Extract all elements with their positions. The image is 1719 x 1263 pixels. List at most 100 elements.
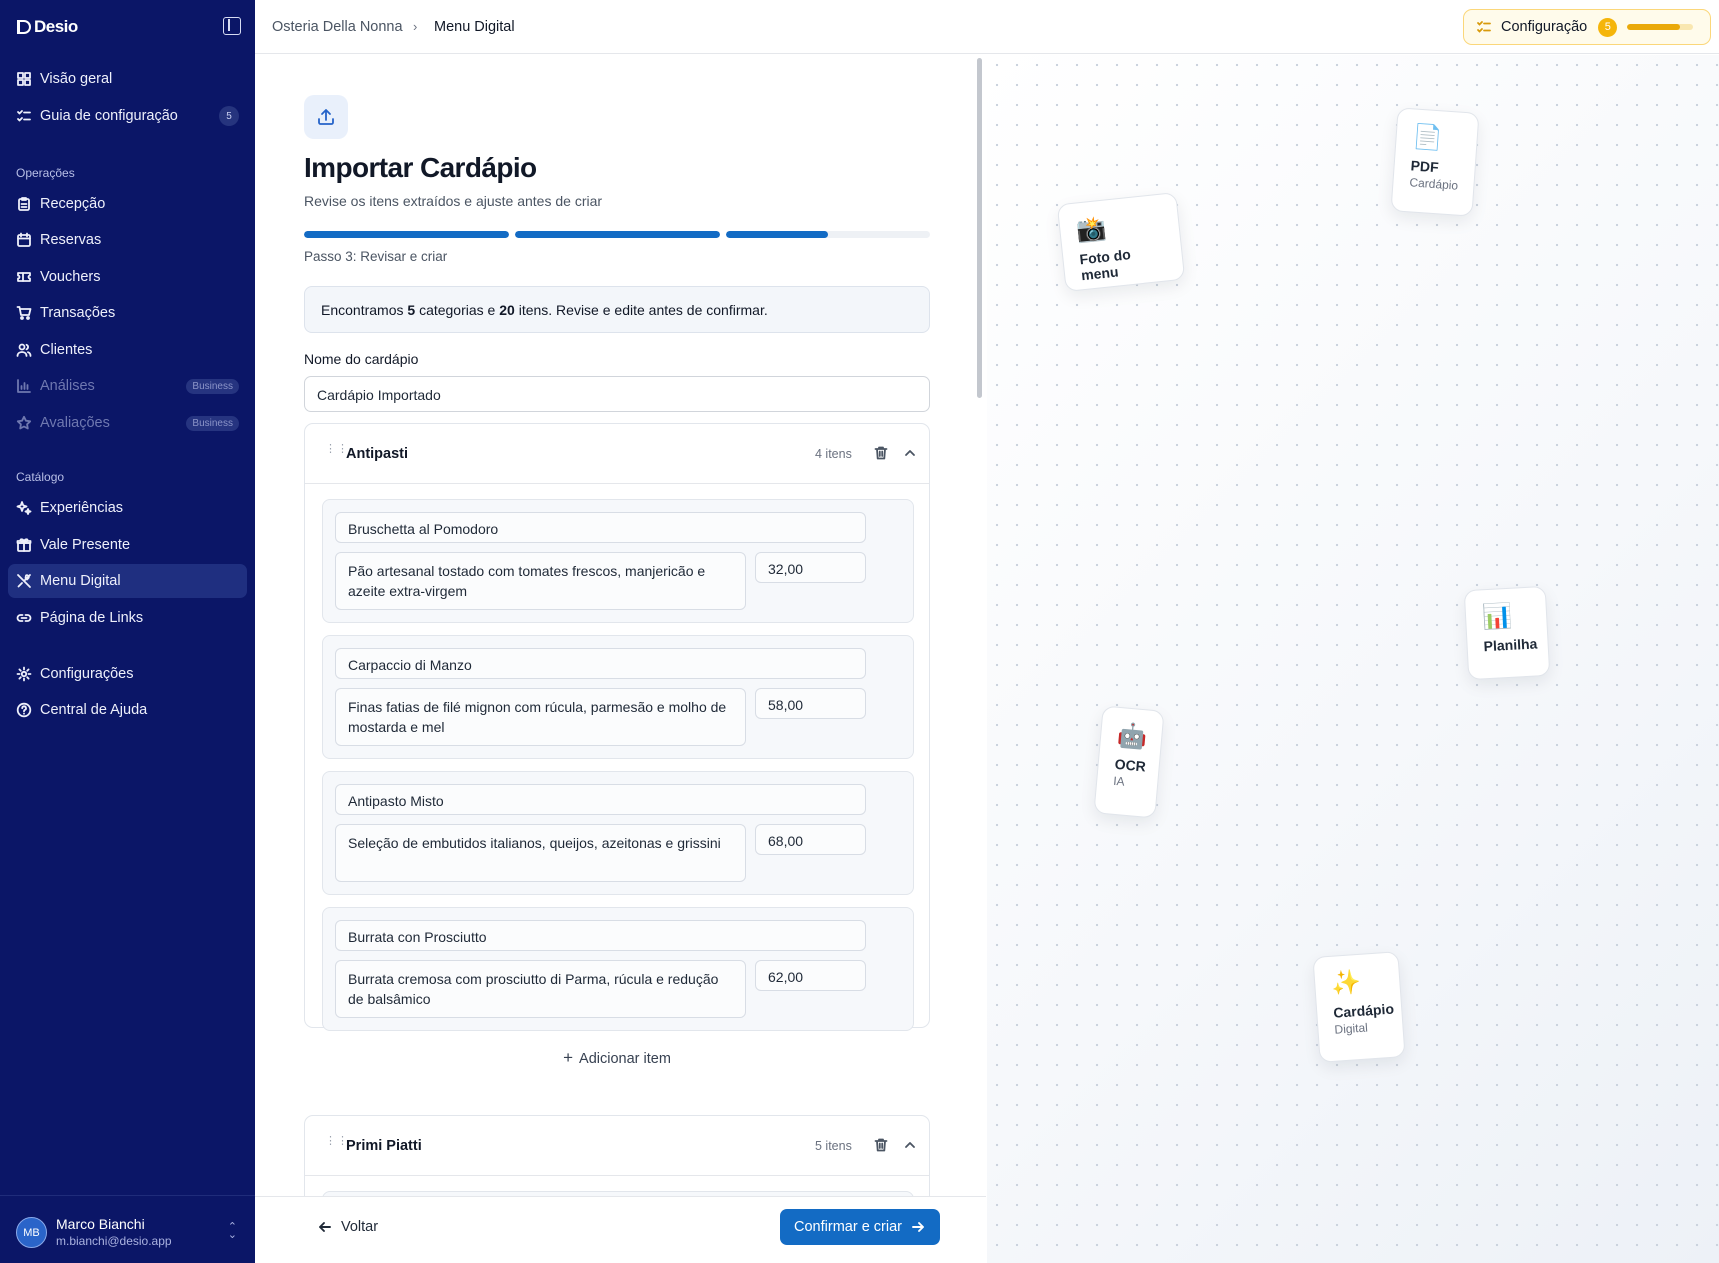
sidebar-item-experiencias[interactable]: Experiências bbox=[8, 491, 247, 525]
step-2-fill bbox=[515, 231, 720, 238]
step-3-bar bbox=[726, 231, 930, 238]
top-bar: Osteria Della Nonna › Menu Digital Confi… bbox=[255, 0, 1719, 54]
business-badge: Business bbox=[186, 378, 239, 394]
card-title: Planilha bbox=[1483, 635, 1538, 655]
sparkles-icon bbox=[16, 500, 32, 516]
item-description-input[interactable]: Finas fatias de filé mignon com rúcula, … bbox=[335, 688, 746, 746]
sidebar-item-label: Experiências bbox=[40, 500, 124, 516]
section-catalogo: Catálogo bbox=[16, 470, 65, 484]
item-name-input[interactable]: Antipasto Misto bbox=[335, 784, 866, 815]
summary-mid: categorias e bbox=[419, 302, 496, 318]
section-operacoes: Operações bbox=[16, 166, 75, 180]
category-name: Antipasti bbox=[346, 446, 409, 462]
item-name-input[interactable]: Carpaccio di Manzo bbox=[335, 648, 866, 679]
link-icon bbox=[16, 610, 32, 626]
category-header[interactable]: ⋮⋮ Primi Piatti 5 itens bbox=[305, 1116, 929, 1176]
chevron-up-down-icon[interactable]: ⌃ ⌄ bbox=[228, 1222, 237, 1241]
item-price-input[interactable]: 58,00 bbox=[755, 688, 866, 719]
item-price-input[interactable]: 32,00 bbox=[755, 552, 866, 583]
card-subtitle: Digital bbox=[1334, 1020, 1369, 1037]
summary-prefix: Encontramos bbox=[321, 302, 404, 318]
gear-icon bbox=[16, 666, 32, 682]
sidebar-item-vouchers[interactable]: Vouchers bbox=[8, 260, 247, 294]
sidebar-item-label: Transações bbox=[40, 305, 116, 321]
trash-icon[interactable] bbox=[873, 1137, 889, 1153]
help-icon bbox=[16, 702, 32, 718]
drag-handle-icon[interactable]: ⋮⋮ bbox=[325, 444, 348, 461]
card-title: Cardápio bbox=[1332, 1000, 1395, 1021]
card-title: Foto do menu bbox=[1078, 246, 1132, 284]
sidebar-item-avaliacoes[interactable]: Avaliações Business bbox=[8, 406, 247, 440]
sidebar-item-menu-digital[interactable]: Menu Digital bbox=[8, 564, 247, 598]
sidebar-item-configuracoes[interactable]: Configurações bbox=[8, 657, 247, 691]
category-card: ⋮⋮ Antipasti 4 itens Bruschetta al Pomod… bbox=[304, 423, 930, 1067]
chart-icon bbox=[16, 378, 32, 394]
spreadsheet-card: 📊 Planilha bbox=[1463, 585, 1551, 681]
star-icon bbox=[16, 415, 32, 431]
sidebar-item-recepcao[interactable]: Recepção bbox=[8, 187, 247, 221]
item-description-input[interactable]: Pão artesanal tostado com tomates fresco… bbox=[335, 552, 746, 610]
dashboard-icon bbox=[16, 71, 32, 87]
confirm-create-button[interactable]: Confirmar e criar bbox=[780, 1209, 940, 1245]
digital-menu-card: ✨ Cardápio Digital bbox=[1312, 951, 1406, 1063]
item-name-input[interactable]: Burrata con Prosciutto bbox=[335, 920, 866, 951]
chevron-up-icon[interactable] bbox=[902, 445, 918, 461]
card-title: OCR bbox=[1114, 755, 1147, 775]
step-label: Passo 3: Revisar e criar bbox=[304, 249, 448, 264]
card-title: PDF bbox=[1410, 157, 1440, 176]
item-price-input[interactable]: 68,00 bbox=[755, 824, 866, 855]
document-icon: 📄 bbox=[1411, 123, 1444, 153]
import-menu-panel: Importar Cardápio Revise os itens extraí… bbox=[255, 55, 986, 1263]
menu-item-card: Bruschetta al Pomodoro Pão artesanal tos… bbox=[322, 499, 914, 623]
trash-icon[interactable] bbox=[873, 445, 889, 461]
back-button[interactable]: Voltar bbox=[317, 1219, 378, 1235]
sidebar-item-clientes[interactable]: Clientes bbox=[8, 333, 247, 367]
sidebar-item-label: Recepção bbox=[40, 196, 106, 212]
card-subtitle: Cardápio bbox=[1409, 175, 1459, 193]
sidebar-item-transacoes[interactable]: Transações bbox=[8, 296, 247, 330]
user-menu[interactable]: MB Marco Bianchi m.bianchi@desio.app ⌃ ⌄ bbox=[0, 1195, 255, 1263]
sidebar-item-pagina-links[interactable]: Página de Links bbox=[8, 601, 247, 635]
config-progress-button[interactable]: Configuração 5 bbox=[1463, 9, 1711, 45]
arrow-left-icon bbox=[319, 1222, 331, 1232]
sidebar: Desio Visão geral Guia de configuração 5… bbox=[0, 0, 255, 1263]
arrow-right-icon bbox=[912, 1222, 924, 1232]
sidebar-item-central-ajuda[interactable]: Central de Ajuda bbox=[8, 693, 247, 727]
category-header[interactable]: ⋮⋮ Antipasti 4 itens bbox=[305, 424, 929, 484]
sidebar-item-label: Vouchers bbox=[40, 269, 101, 285]
item-price-input[interactable]: 62,00 bbox=[755, 960, 866, 991]
config-count-badge: 5 bbox=[1598, 17, 1618, 37]
summary-suffix: itens. Revise e edite antes de confirmar… bbox=[518, 302, 768, 318]
brand-name: Desio bbox=[34, 17, 78, 36]
users-icon bbox=[16, 342, 32, 358]
menu-name-input[interactable]: Cardápio Importado bbox=[304, 376, 930, 412]
item-description-input[interactable]: Burrata cremosa com prosciutto di Parma,… bbox=[335, 960, 746, 1018]
back-label: Voltar bbox=[341, 1219, 379, 1235]
sidebar-item-label: Reservas bbox=[40, 232, 102, 248]
config-label: Configuração bbox=[1501, 19, 1588, 35]
scrollbar[interactable] bbox=[977, 58, 982, 398]
calendar-icon bbox=[16, 232, 32, 248]
sidebar-toggle-icon[interactable] bbox=[223, 17, 241, 35]
brand-logo[interactable]: Desio bbox=[17, 17, 78, 37]
sidebar-item-analises[interactable]: Análises Business bbox=[8, 369, 247, 403]
category-name: Primi Piatti bbox=[346, 1138, 422, 1154]
item-name-input[interactable]: Bruschetta al Pomodoro bbox=[335, 512, 866, 543]
item-description-input[interactable]: Seleção de embutidos italianos, queijos,… bbox=[335, 824, 746, 882]
plus-icon: + bbox=[563, 1048, 574, 1067]
sidebar-item-label: Página de Links bbox=[40, 610, 144, 626]
breadcrumb-restaurant[interactable]: Osteria Della Nonna bbox=[272, 19, 403, 35]
sparkles-icon: ✨ bbox=[1330, 968, 1363, 998]
sidebar-item-visao-geral[interactable]: Visão geral bbox=[8, 62, 247, 96]
sidebar-item-reservas[interactable]: Reservas bbox=[8, 223, 247, 257]
drag-handle-icon[interactable]: ⋮⋮ bbox=[325, 1136, 348, 1153]
sidebar-item-vale-presente[interactable]: Vale Presente bbox=[8, 528, 247, 562]
sidebar-item-guia-configuracao[interactable]: Guia de configuração 5 bbox=[8, 99, 247, 133]
chevron-up-icon[interactable] bbox=[902, 1137, 918, 1153]
category-item-count: 5 itens bbox=[815, 1139, 852, 1153]
step-2-bar bbox=[515, 231, 720, 238]
camera-icon: 📸 bbox=[1075, 214, 1108, 245]
add-item-button[interactable]: + Adicionar item bbox=[305, 1048, 929, 1068]
setup-count-badge: 5 bbox=[219, 106, 239, 126]
ticket-icon bbox=[16, 269, 32, 285]
